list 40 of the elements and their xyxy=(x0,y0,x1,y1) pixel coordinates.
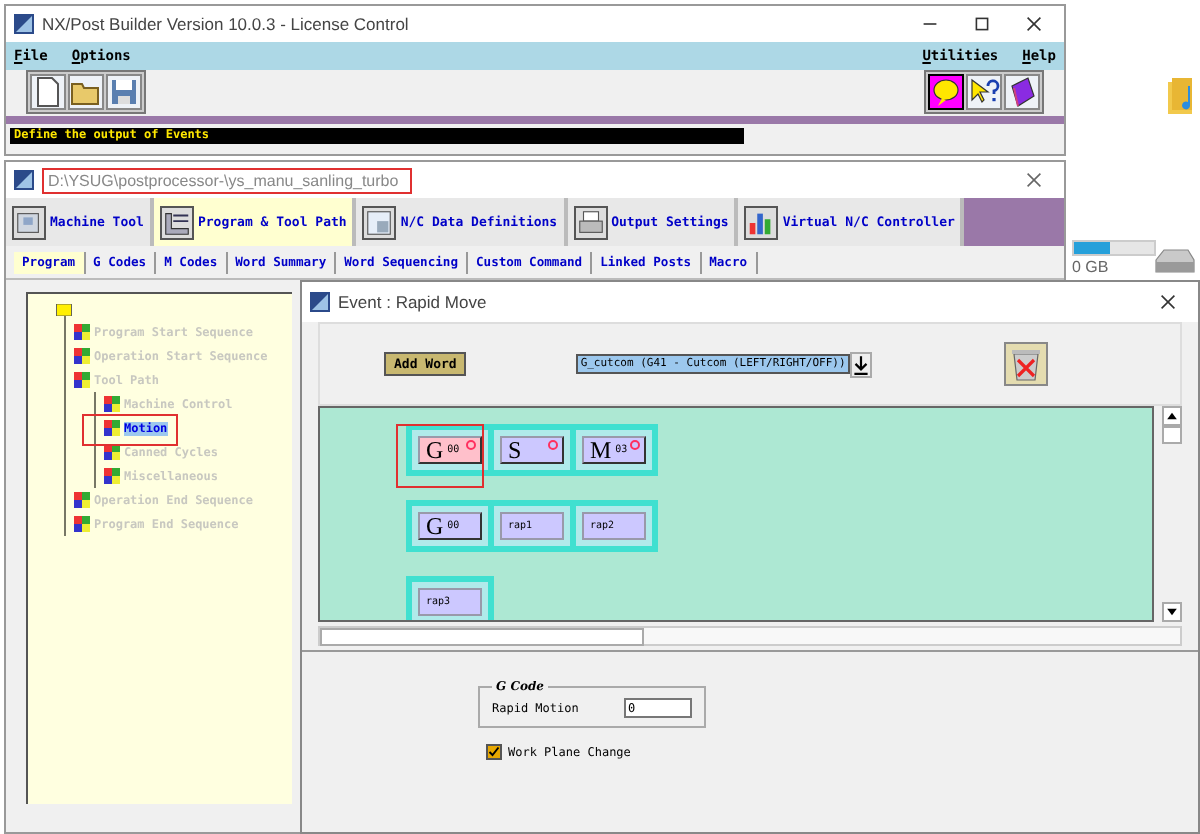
window-title: NX/Post Builder Version 10.0.3 - License Control xyxy=(42,14,411,34)
data-sheet-icon xyxy=(362,205,397,239)
window-title: D:\YSUG\postprocessor-\ys_manu_sanling_turbo xyxy=(48,171,399,189)
drive-icon[interactable] xyxy=(1152,248,1196,276)
cube-icon xyxy=(104,468,120,484)
app-icon xyxy=(14,14,34,34)
dialog-title: Event : Rapid Move xyxy=(338,292,489,312)
highlight-frame xyxy=(396,424,484,488)
folder-icon xyxy=(56,304,72,316)
speech-balloon-icon[interactable] xyxy=(928,74,964,110)
download-arrow-icon[interactable] xyxy=(849,351,872,377)
machine-icon xyxy=(12,205,46,239)
cube-icon xyxy=(74,348,90,364)
checkbox[interactable] xyxy=(486,744,502,760)
cube-icon xyxy=(74,492,90,508)
scroll-up-icon[interactable] xyxy=(1162,406,1182,426)
tool-path-icon xyxy=(159,205,194,239)
printer-icon xyxy=(573,205,608,239)
app-icon xyxy=(14,170,34,190)
bar-chart-icon xyxy=(744,205,779,239)
cube-icon xyxy=(74,516,90,532)
cube-icon xyxy=(104,420,120,436)
new-file-icon[interactable] xyxy=(30,74,66,110)
cube-icon xyxy=(104,444,120,460)
folder-icon[interactable] xyxy=(1166,74,1198,118)
pointer-question-icon[interactable] xyxy=(966,74,1002,110)
horizontal-scrollbar[interactable] xyxy=(318,626,1182,646)
scroll-down-icon[interactable] xyxy=(1162,602,1182,622)
highlight-frame xyxy=(82,414,178,446)
book-icon[interactable] xyxy=(1004,74,1040,110)
trash-icon[interactable] xyxy=(1003,342,1048,386)
app-icon xyxy=(310,292,330,312)
cube-icon xyxy=(104,396,120,412)
cube-icon xyxy=(74,324,90,340)
save-icon[interactable] xyxy=(106,74,142,110)
cube-icon xyxy=(74,372,90,388)
storage-text: 0 GB xyxy=(1072,258,1111,276)
scroll-thumb[interactable] xyxy=(1162,426,1182,444)
folder-icon[interactable] xyxy=(68,74,104,110)
word-tile[interactable]: S xyxy=(500,436,564,464)
